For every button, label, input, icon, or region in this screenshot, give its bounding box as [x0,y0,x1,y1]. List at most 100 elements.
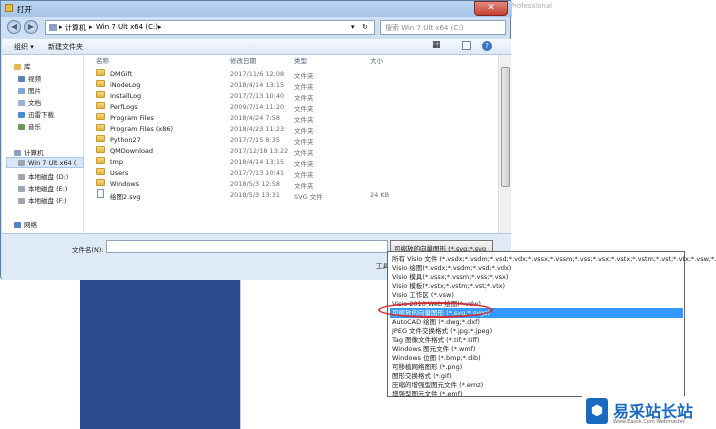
computer-icon [49,24,57,31]
logo-mark-icon: ⬢ [586,398,608,424]
file-name: 绘图2.svg [110,192,141,201]
file-icon [97,189,104,198]
drive-icon [18,186,25,192]
file-type: 文件夹 [294,82,314,91]
file-name: iNodeLog [110,80,141,89]
file-browser: 库 视频 图片 文档 迅雷下载 音乐 计算机 Win 7 Ult x64 ( 本… [2,55,511,233]
open-dialog: 打开 ✕ ◀ ▶ ▸ 计算机 ▸ Win 7 Ult x64 (C:) ▸ ▾ … [0,0,512,280]
file-name: Python27 [110,135,141,144]
new-folder-button[interactable]: 新建文件夹 [48,42,83,52]
picture-icon [18,88,25,94]
folder-icon [96,157,105,164]
library-icon [14,64,21,70]
file-type: 文件夹 [294,159,314,168]
file-row[interactable]: Python27 2017/7/15 8:35 文件夹 [88,134,488,146]
folder-icon [96,146,105,153]
filename-label: 文件名(N): [72,246,104,254]
back-button[interactable]: ◀ [7,20,21,34]
file-name: InstallLog [110,91,142,100]
file-modified: 2009/7/14 11:20 [230,102,285,111]
file-row[interactable]: iNodeLog 2018/4/14 13:15 文件夹 [88,79,488,91]
file-row[interactable]: 绘图2.svg 2018/5/3 13:31 SVG 文件 24 KB [88,189,488,201]
vertical-scrollbar[interactable] [498,55,511,233]
column-type[interactable]: 类型 [294,55,307,65]
view-options-icon[interactable]: ▦ [432,40,441,50]
breadcrumb-separator: ▸ [59,23,63,31]
folder-icon [96,80,105,87]
filename-input[interactable] [106,240,388,253]
sidebar-item-libraries[interactable]: 库 [14,61,31,71]
forward-button[interactable]: ▶ [24,20,38,34]
sidebar-item-computer[interactable]: 计算机 [14,147,44,157]
file-modified: 2018/4/23 11:23 [230,124,285,133]
sidebar-item-drive-c[interactable]: Win 7 Ult x64 ( [18,159,76,167]
help-icon[interactable]: ? [482,41,492,51]
file-row[interactable]: InstallLog 2017/7/13 10:40 文件夹 [88,90,488,102]
file-type: 文件夹 [294,104,314,113]
folder-icon [96,135,105,142]
background-blue-panel [80,280,240,429]
file-type: 文件夹 [294,170,314,179]
toolbar: 组织 ▾ 新建文件夹 ▦ ? [2,39,511,55]
search-input[interactable]: 搜索 Win 7 Ult x64 (C:) [380,20,506,35]
column-name[interactable]: 名称 [96,55,109,65]
address-bar[interactable]: ▸ 计算机 ▸ Win 7 Ult x64 (C:) ▸ ▾ ↻ [45,20,375,35]
file-row[interactable]: Windows 2018/5/3 12:58 文件夹 [88,178,488,190]
file-name: Windows [110,179,140,188]
folder-icon [96,179,105,186]
file-row[interactable]: PerfLogs 2009/7/14 11:20 文件夹 [88,101,488,113]
file-name: Program Files [110,113,154,122]
file-type: 文件夹 [294,115,314,124]
column-modified[interactable]: 修改日期 [230,55,256,65]
file-row[interactable]: tmp 2018/4/14 13:15 文件夹 [88,156,488,168]
file-name: Program Files (x86) [110,124,174,133]
file-modified: 2017/7/13 10:41 [230,168,285,177]
sidebar-item-thunder-downloads[interactable]: 迅雷下载 [18,109,54,119]
file-row[interactable]: QMDownload 2017/12/18 13:22 文件夹 [88,145,488,157]
sidebar-item-videos[interactable]: 视频 [18,73,41,83]
file-name: DMGift [110,69,133,78]
sidebar-item-drive-f[interactable]: 本地磁盘 (F:) [18,195,67,205]
file-size: 24 KB [370,190,390,199]
sidebar-item-drive-e[interactable]: 本地磁盘 (E:) [18,183,67,193]
file-row[interactable]: Users 2017/7/13 10:41 文件夹 [88,167,488,179]
music-icon [18,124,25,130]
file-modified: 2017/12/18 13:22 [230,146,289,155]
breadcrumb-separator: ▸ [89,23,93,31]
background-corner-text: Professional [510,2,553,10]
file-row[interactable]: DMGift 2017/11/6 12:08 文件夹 [88,68,488,80]
breadcrumb-separator: ▸ [158,23,162,31]
sidebar-item-pictures[interactable]: 图片 [18,85,41,95]
preview-pane-icon[interactable] [462,41,471,50]
drive-icon [18,174,25,180]
sidebar-item-network[interactable]: 网络 [14,219,37,229]
column-size[interactable]: 大小 [370,55,383,65]
folder-icon [96,113,105,120]
organize-button[interactable]: 组织 ▾ [14,42,34,52]
folder-icon [96,168,105,175]
scrollbar-thumb[interactable] [501,67,510,187]
breadcrumb-computer[interactable]: 计算机 [65,23,86,33]
breadcrumb-drive[interactable]: Win 7 Ult x64 (C:) [96,23,158,31]
address-dropdown-icon[interactable]: ▾ [351,23,355,31]
refresh-icon[interactable]: ↻ [362,23,368,31]
watermark-logo: ⬢ 易采站长站 Www.Easck.Com Webmaster [582,396,716,429]
file-row[interactable]: Program Files (x86) 2018/4/23 11:23 文件夹 [88,123,488,135]
file-name: Users [110,168,129,177]
file-row[interactable]: Program Files 2018/4/24 7:58 文件夹 [88,112,488,124]
file-modified: 2018/4/14 13:15 [230,157,285,166]
sidebar-item-documents[interactable]: 文档 [18,97,41,107]
computer-icon [14,150,21,156]
sidebar-item-music[interactable]: 音乐 [18,121,41,131]
navigation-pane: 库 视频 图片 文档 迅雷下载 音乐 计算机 Win 7 Ult x64 ( 本… [2,55,84,233]
file-modified: 2018/4/24 7:58 [230,113,280,122]
close-button[interactable]: ✕ [474,1,508,16]
file-type: 文件夹 [294,93,314,102]
video-icon [18,76,25,82]
file-type: SVG 文件 [294,192,323,201]
dialog-titlebar: 打开 ✕ [1,1,512,17]
sidebar-item-drive-d[interactable]: 本地磁盘 (D:) [18,171,68,181]
file-modified: 2017/11/6 12:08 [230,69,285,78]
folder-icon [96,102,105,109]
dialog-app-icon [5,4,13,12]
